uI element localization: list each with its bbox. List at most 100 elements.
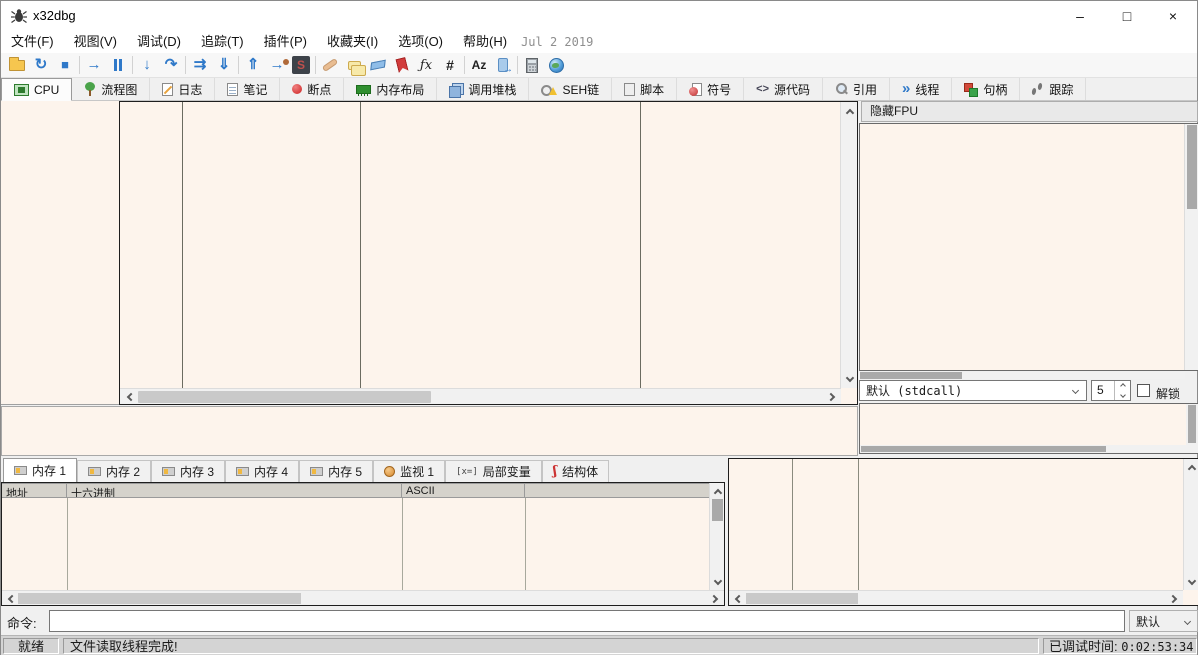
scroll-thumb[interactable] <box>138 391 431 403</box>
seh-chain-button[interactable]: S <box>289 54 313 76</box>
tab-graph[interactable]: 流程图 <box>72 78 150 100</box>
scroll-up-arrow[interactable] <box>710 485 725 497</box>
spin-up-arrow[interactable] <box>1115 381 1130 391</box>
calling-convention-select[interactable]: 默认 (stdcall) <box>859 380 1087 401</box>
tab-memory-map[interactable]: 内存布局 <box>344 78 437 100</box>
dump-hscrollbar[interactable] <box>2 590 724 605</box>
column-divider[interactable] <box>640 102 641 388</box>
registers-vscrollbar[interactable] <box>1184 124 1198 370</box>
tab-script[interactable]: 脚本 <box>612 78 677 100</box>
tab-struct[interactable]: ʃ结构体 <box>542 460 609 482</box>
stack-view[interactable] <box>728 458 1198 606</box>
tab-dump-2[interactable]: 内存 2 <box>77 460 151 482</box>
menu-favourites[interactable]: 收藏夹(I) <box>317 31 388 53</box>
tab-dump-5[interactable]: 内存 5 <box>299 460 373 482</box>
tab-cpu[interactable]: CPU <box>1 78 72 101</box>
hide-fpu-button[interactable]: 隐藏FPU <box>861 101 1198 122</box>
execute-till-return-button[interactable]: ⇉ <box>188 54 212 76</box>
tab-dump-1[interactable]: 内存 1 <box>3 458 77 482</box>
menu-file[interactable]: 文件(F) <box>1 31 64 53</box>
comments-button[interactable] <box>342 54 366 76</box>
tab-threads[interactable]: »线程 <box>890 78 952 100</box>
tab-locals[interactable]: [x=]局部变量 <box>445 460 542 482</box>
dump-vscrollbar[interactable] <box>709 483 724 590</box>
scroll-thumb[interactable] <box>712 499 723 521</box>
calculator-button[interactable] <box>520 54 544 76</box>
column-divider[interactable] <box>360 102 361 388</box>
run-button[interactable]: → <box>82 54 106 76</box>
run-to-selection-button[interactable]: ⇓ <box>212 54 236 76</box>
functions-button[interactable]: ƒx <box>414 54 438 76</box>
run-to-user-code-button[interactable]: → <box>265 54 289 76</box>
tab-call-stack[interactable]: 调用堆栈 <box>437 78 529 100</box>
scroll-left-arrow[interactable] <box>4 591 17 606</box>
tab-notes[interactable]: 笔记 <box>215 78 280 100</box>
tab-trace[interactable]: 跟踪 <box>1020 78 1086 100</box>
memory-dump-table[interactable]: 地址 十六进制 ASCII <box>1 482 725 606</box>
scroll-thumb[interactable] <box>861 446 1106 452</box>
column-divider[interactable] <box>182 102 183 388</box>
command-profile-select[interactable]: 默认 <box>1129 610 1198 632</box>
spin-down-arrow[interactable] <box>1115 391 1130 401</box>
stack-vscrollbar[interactable] <box>1183 459 1198 590</box>
scroll-left-arrow[interactable] <box>731 591 744 606</box>
maximize-button[interactable]: □ <box>1104 1 1150 31</box>
disassembly-hscrollbar[interactable] <box>120 388 841 404</box>
disassembly-sidebar[interactable] <box>1 101 119 405</box>
scroll-thumb[interactable] <box>1187 125 1197 209</box>
pause-button[interactable] <box>106 54 130 76</box>
tab-dump-4[interactable]: 内存 4 <box>225 460 299 482</box>
tab-source[interactable]: <>源代码 <box>744 78 823 100</box>
argument-count-stepper[interactable]: 5 <box>1091 380 1131 401</box>
attach-button[interactable] <box>491 54 515 76</box>
minimize-button[interactable]: – <box>1057 1 1103 31</box>
scroll-up-arrow[interactable] <box>841 104 858 118</box>
disassembly-view[interactable] <box>119 101 858 405</box>
command-input[interactable] <box>49 610 1125 632</box>
preferences-button[interactable] <box>544 54 568 76</box>
arguments-hscrollbar[interactable] <box>860 445 1198 453</box>
menu-help[interactable]: 帮助(H) <box>453 31 517 53</box>
scroll-right-arrow[interactable] <box>1168 591 1181 606</box>
scroll-down-arrow[interactable] <box>841 372 858 386</box>
tab-watch-1[interactable]: 监视 1 <box>373 460 445 482</box>
step-out-button[interactable]: ⇑ <box>241 54 265 76</box>
registers-hscrollbar[interactable] <box>859 372 1185 379</box>
scroll-left-arrow[interactable] <box>122 389 136 405</box>
column-header-ascii[interactable]: ASCII <box>402 484 525 497</box>
open-file-button[interactable] <box>5 54 29 76</box>
menu-debug[interactable]: 调试(D) <box>127 31 191 53</box>
arguments-view[interactable] <box>859 403 1198 454</box>
patches-button[interactable] <box>318 54 342 76</box>
tab-references[interactable]: 引用 <box>823 78 890 100</box>
tab-handles[interactable]: 句柄 <box>952 78 1020 100</box>
scroll-down-arrow[interactable] <box>1184 576 1198 588</box>
tab-dump-3[interactable]: 内存 3 <box>151 460 225 482</box>
tab-log[interactable]: 日志 <box>150 78 215 100</box>
menu-trace[interactable]: 追踪(T) <box>191 31 254 53</box>
crash-dump-button[interactable]: # <box>438 54 462 76</box>
scroll-thumb[interactable] <box>746 593 858 604</box>
column-header-extra[interactable] <box>525 484 709 497</box>
tab-symbols[interactable]: 符号 <box>677 78 744 100</box>
titlebar[interactable]: x32dbg – □ × <box>1 1 1197 31</box>
arguments-vscrollbar[interactable] <box>1186 404 1198 445</box>
tab-breakpoints[interactable]: 断点 <box>280 78 344 100</box>
step-into-button[interactable]: ↓ <box>135 54 159 76</box>
scroll-thumb[interactable] <box>18 593 301 604</box>
menu-plugins[interactable]: 插件(P) <box>254 31 317 53</box>
scroll-up-arrow[interactable] <box>1184 461 1198 473</box>
stack-hscrollbar[interactable] <box>729 590 1183 605</box>
close-button[interactable]: × <box>1150 1 1196 31</box>
column-header-address[interactable]: 地址 <box>2 484 67 497</box>
scroll-right-arrow[interactable] <box>825 389 839 405</box>
restart-button[interactable]: ↻ <box>29 54 53 76</box>
unlock-checkbox[interactable] <box>1137 384 1150 397</box>
info-box[interactable] <box>1 406 858 456</box>
menu-options[interactable]: 选项(O) <box>388 31 453 53</box>
labels-button[interactable] <box>366 54 390 76</box>
step-over-button[interactable]: ↷ <box>159 54 183 76</box>
strings-button[interactable]: Az <box>467 54 491 76</box>
bookmarks-button[interactable] <box>390 54 414 76</box>
stop-button[interactable]: ■ <box>53 54 77 76</box>
